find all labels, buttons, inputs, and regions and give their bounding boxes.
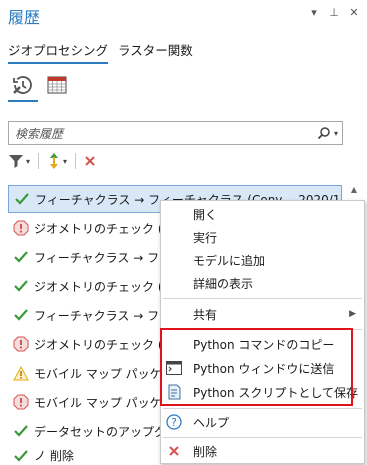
success-check-icon <box>8 425 34 437</box>
search-icon[interactable] <box>314 126 334 140</box>
pane-controls: ▾ ⊥ ✕ <box>307 6 361 19</box>
view-switcher <box>8 70 72 102</box>
menu-divider <box>163 298 362 299</box>
tab-geoprocessing[interactable]: ジオプロセシング <box>8 40 109 64</box>
search-input[interactable]: 検索履歴 <box>9 125 314 142</box>
close-icon[interactable]: ✕ <box>347 6 361 19</box>
success-check-icon <box>8 449 34 462</box>
delete-icon <box>161 445 187 457</box>
menu-item-label: 削除 <box>193 444 218 459</box>
menu-item-send-to-python-window[interactable]: Python ウィンドウに送信 <box>161 357 364 379</box>
help-icon: ? <box>161 414 187 430</box>
calendar-icon <box>47 76 67 94</box>
scroll-up-icon[interactable]: ▲ <box>349 185 359 194</box>
pin-icon[interactable]: ⊥ <box>327 6 341 19</box>
menu-item-label: ヘルプ <box>193 415 230 430</box>
python-script-icon <box>161 384 187 400</box>
menu-item-label: 共有 <box>193 307 218 322</box>
sort-dropdown-icon: ▾ <box>63 156 68 166</box>
python-window-icon <box>161 361 187 375</box>
success-check-icon <box>8 280 34 292</box>
error-icon <box>8 394 34 410</box>
menu-item-label: Python スクリプトとして保存 <box>193 385 359 400</box>
menu-item-delete[interactable]: 削除 <box>161 440 364 462</box>
warning-icon <box>8 365 34 381</box>
success-check-icon <box>8 251 34 263</box>
history-item-label: ノ 削除 <box>34 449 74 463</box>
menu-item-add-to-model[interactable]: モデルに追加 <box>161 249 364 271</box>
delete-icon <box>85 156 95 166</box>
menu-item-run[interactable]: 実行 <box>161 226 364 248</box>
search-dropdown-icon[interactable]: ▾ <box>334 129 342 138</box>
toolbar-divider <box>38 153 40 169</box>
menu-item-label: 実行 <box>193 230 218 245</box>
history-icon <box>13 76 32 94</box>
menu-item-save-python-script[interactable]: Python スクリプトとして保存 <box>161 381 364 403</box>
sort-icon <box>50 153 59 169</box>
menu-divider <box>163 329 362 330</box>
menu-item-label: 開く <box>193 207 218 222</box>
menu-item-help[interactable]: ? ヘルプ <box>161 411 364 433</box>
tab-bar: ジオプロセシング ラスター関数 <box>8 40 193 64</box>
history-toolbar: ▾ ▾ <box>8 152 96 170</box>
error-icon <box>8 220 34 236</box>
filter-icon <box>9 155 23 168</box>
menu-item-copy-python-command[interactable]: Python コマンドのコピー <box>161 333 364 355</box>
pane-menu-icon[interactable]: ▾ <box>307 6 321 19</box>
context-menu: 開く 実行 モデルに追加 詳細の表示 共有 ▶ Python コマンドのコピー … <box>160 200 365 464</box>
submenu-arrow-icon: ▶ <box>349 309 356 319</box>
svg-text:?: ? <box>171 416 177 429</box>
success-check-icon <box>9 193 35 205</box>
toolbar-divider <box>75 153 77 169</box>
error-icon <box>8 336 34 352</box>
menu-divider <box>163 437 362 438</box>
success-check-icon <box>8 309 34 321</box>
search-box[interactable]: 検索履歴 ▾ <box>8 121 343 145</box>
history-view-button[interactable] <box>8 70 38 102</box>
menu-item-label: 詳細の表示 <box>193 276 254 291</box>
menu-item-label: Python コマンドのコピー <box>193 337 335 352</box>
menu-item-label: Python ウィンドウに送信 <box>193 361 335 376</box>
tab-raster-functions[interactable]: ラスター関数 <box>118 40 193 64</box>
pane-title: 履歴 <box>8 8 41 27</box>
sort-button[interactable]: ▾ <box>47 152 67 170</box>
calendar-view-button[interactable] <box>42 70 72 100</box>
menu-item-share[interactable]: 共有 ▶ <box>161 303 364 325</box>
menu-item-open[interactable]: 開く <box>161 203 364 225</box>
menu-item-show-details[interactable]: 詳細の表示 <box>161 272 364 294</box>
menu-item-label: モデルに追加 <box>193 253 266 268</box>
filter-button[interactable]: ▾ <box>8 152 30 170</box>
filter-dropdown-icon: ▾ <box>26 156 31 166</box>
delete-button[interactable] <box>84 152 96 170</box>
menu-divider <box>163 408 362 409</box>
